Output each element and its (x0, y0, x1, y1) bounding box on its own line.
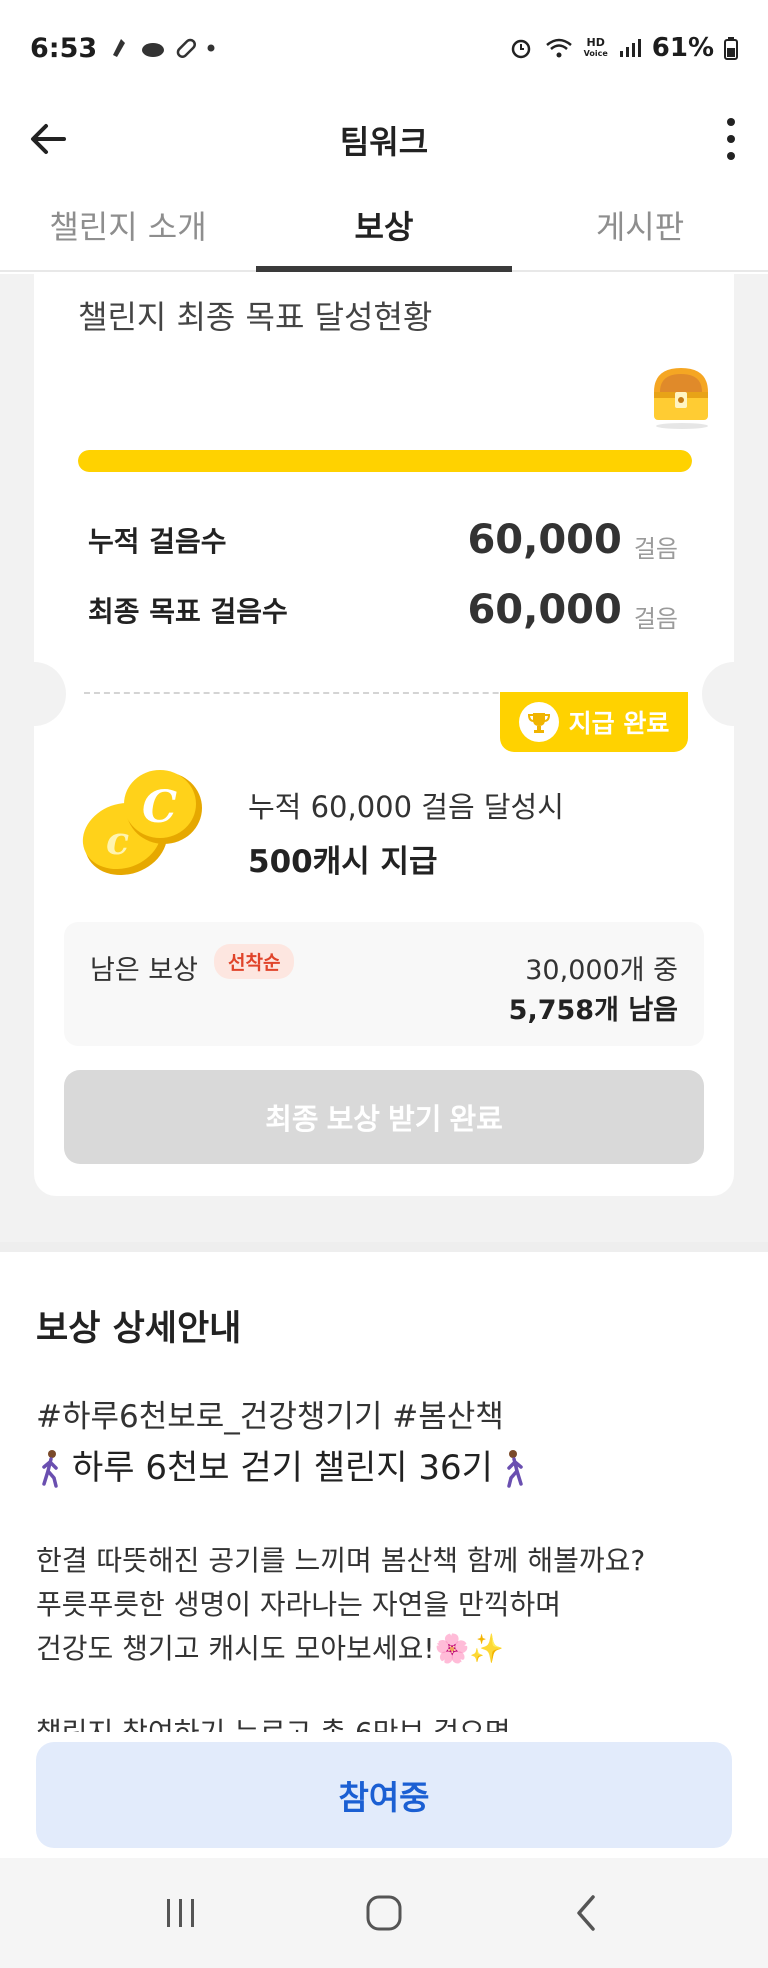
final-goal-steps-unit: 걸음 (633, 604, 678, 633)
hashtag-line: #하루6천보로_건강챙기기 #봄산책 (36, 1399, 504, 1435)
ticket-notch-right (702, 662, 766, 726)
status-time: 6:53 (30, 32, 98, 64)
home-icon[interactable] (354, 1883, 414, 1943)
tab-bar: 챌린지 소개 보상 게시판 (0, 180, 768, 272)
system-nav-bar (0, 1858, 768, 1968)
remaining-rewards-total: 30,000개 중 (525, 955, 678, 986)
notification-icon (113, 39, 126, 57)
cash-coins-icon: c C (82, 770, 202, 876)
final-reward-claimed-button[interactable]: 최종 보상 받기 완료 (64, 1070, 704, 1164)
pill-icon (176, 38, 197, 58)
final-goal-steps-row: 최종 목표 걸음수 60,000 걸음 (88, 580, 678, 640)
description-line: 한결 따뜻해진 공기를 느끼며 봄산책 함께 해볼까요? (36, 1544, 646, 1577)
svg-text:C: C (142, 782, 177, 833)
accumulated-steps-label: 누적 걸음수 (88, 525, 227, 558)
final-goal-steps-value: 60,000 (467, 587, 622, 633)
goal-progress-fill (78, 450, 692, 472)
description-line: 건강도 챙기고 캐시도 모아보세요!🌸✨ (36, 1632, 505, 1665)
signal-icon (619, 39, 641, 57)
reward-section: 챌린지 최종 목표 달성현황 누적 걸음수 60,000 걸음 최종 목표 걸음… (0, 274, 768, 1242)
goal-progress-bar (78, 450, 692, 472)
cloud-icon (142, 43, 165, 57)
back-arrow-icon[interactable] (26, 116, 72, 162)
more-options-icon[interactable] (716, 114, 746, 164)
details-heading: 보상 상세안내 (36, 1309, 242, 1349)
trophy-icon (518, 702, 559, 742)
reward-condition: 누적 60,000 걸음 달성시 (248, 790, 564, 824)
section-divider (0, 1242, 768, 1252)
tab-rewards[interactable]: 보상 (256, 180, 512, 272)
accumulated-steps-unit: 걸음 (633, 534, 678, 563)
walking-person-icon (42, 1450, 58, 1488)
joined-button[interactable]: 참여중 (36, 1742, 732, 1848)
remaining-rewards-box: 남은 보상 선착순 30,000개 중 5,758개 남음 (64, 922, 704, 1046)
hd-voice-indicator: HD Voice (584, 37, 608, 59)
back-icon[interactable] (557, 1883, 617, 1943)
voice-label: Voice (583, 49, 608, 58)
battery-icon (724, 37, 738, 60)
tab-board[interactable]: 게시판 (512, 180, 768, 270)
accumulated-steps-row: 누적 걸음수 60,000 걸음 (88, 510, 678, 570)
recent-apps-icon[interactable] (151, 1883, 211, 1943)
dot-icon (207, 44, 215, 52)
goal-card-title: 챌린지 최종 목표 달성현황 (78, 298, 433, 336)
hd-label: HD (586, 36, 605, 49)
description: 한결 따뜻해진 공기를 느끼며 봄산책 함께 해볼까요? 푸릇푸릇한 생명이 자… (36, 1539, 732, 1671)
reward-amount: 500캐시 지급 (248, 844, 438, 880)
remaining-rewards-count: 5,758개 남음 (508, 995, 678, 1026)
first-come-tag: 선착순 (214, 944, 295, 979)
paid-complete-badge: 지급 완료 (500, 692, 688, 752)
status-bar: 6:53 HD Voice 61% (0, 0, 768, 96)
page-title: 팀워크 (339, 123, 429, 161)
tab-challenge-intro[interactable]: 챌린지 소개 (0, 180, 256, 270)
paid-complete-label: 지급 완료 (568, 709, 670, 738)
final-goal-steps-label: 최종 목표 걸음수 (88, 595, 288, 628)
reward-details: 보상 상세안내 #하루6천보로_건강챙기기 #봄산책 하루 6천보 걷기 챌린지… (0, 1252, 768, 1732)
alarm-icon (511, 39, 530, 59)
battery-percent: 61% (651, 33, 714, 63)
app-header: 팀워크 (0, 90, 768, 190)
challenge-title: 하루 6천보 걷기 챌린지 36기 (72, 1448, 493, 1488)
walking-person-icon (507, 1450, 523, 1488)
ticket-notch-left (2, 662, 66, 726)
remaining-rewards-label: 남은 보상 (90, 955, 198, 986)
svg-text:c: c (106, 818, 129, 863)
goal-card: 챌린지 최종 목표 달성현황 누적 걸음수 60,000 걸음 최종 목표 걸음… (2, 274, 766, 1196)
treasure-chest-icon (654, 368, 708, 429)
accumulated-steps-value: 60,000 (467, 517, 622, 563)
description-line: 푸릇푸릇한 생명이 자라나는 자연을 만끽하며 (36, 1588, 562, 1621)
wifi-icon (545, 38, 572, 58)
challenge-title-line: 하루 6천보 걷기 챌린지 36기 (36, 1441, 732, 1495)
description-cut-line: 챌린지 참여하기 누르고 총 6만보 걸으면 (36, 1711, 732, 1732)
